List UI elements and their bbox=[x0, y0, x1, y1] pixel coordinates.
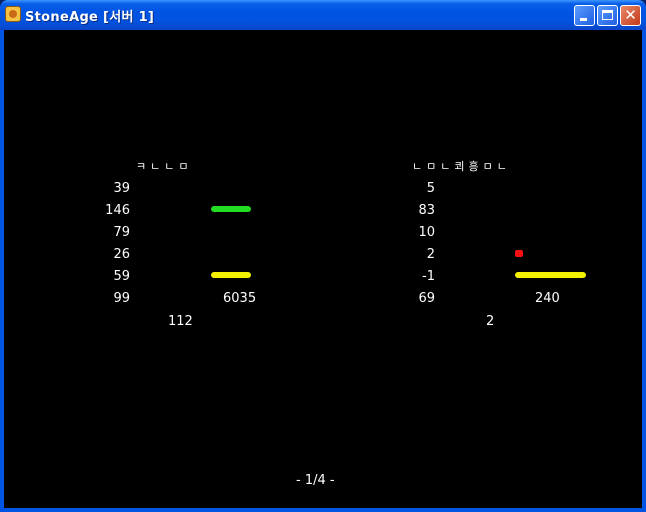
right-bottom-value: 2 bbox=[486, 314, 495, 329]
close-button[interactable]: ✕ bbox=[620, 5, 641, 26]
title-bar[interactable]: StoneAge [서버 1] ✕ bbox=[0, 0, 646, 30]
right-yellow-bar bbox=[515, 272, 588, 280]
right-stat-value: 83 bbox=[418, 203, 435, 218]
left-stat-value: 26 bbox=[113, 247, 130, 262]
left-stat-value: 79 bbox=[113, 225, 130, 240]
left-stat-value: 59 bbox=[113, 269, 130, 284]
game-window: StoneAge [서버 1] ✕ ㅋㄴㄴㅁ 39 146 79 26 59 9… bbox=[0, 0, 646, 512]
right-extra-value: 240 bbox=[535, 291, 560, 306]
left-green-bar bbox=[211, 206, 253, 214]
right-stat-value: 2 bbox=[426, 247, 435, 262]
stoneage-app-icon bbox=[5, 6, 21, 22]
left-stat-value: 99 bbox=[113, 291, 130, 306]
left-bottom-value: 112 bbox=[168, 314, 193, 329]
left-yellow-bar bbox=[211, 272, 253, 280]
left-stat-value: 39 bbox=[113, 181, 130, 196]
maximize-icon bbox=[602, 10, 613, 20]
left-extra-value: 6035 bbox=[223, 291, 257, 306]
window-title: StoneAge [서버 1] bbox=[25, 10, 155, 25]
minimize-icon bbox=[580, 18, 587, 21]
game-screen[interactable]: ㅋㄴㄴㅁ 39 146 79 26 59 99 6035 112 ㄴㅁㄴ쾨흥ㅁㄴ… bbox=[4, 30, 642, 508]
left-stat-value: 146 bbox=[105, 203, 130, 218]
right-stat-value: 69 bbox=[418, 291, 435, 306]
right-stat-value: 10 bbox=[418, 225, 435, 240]
right-stat-value: -1 bbox=[422, 269, 435, 284]
page-indicator[interactable]: - 1/4 - bbox=[296, 473, 335, 488]
left-panel-header: ㅋㄴㄴㅁ bbox=[136, 160, 193, 173]
close-icon: ✕ bbox=[624, 6, 637, 24]
right-panel-header: ㄴㅁㄴ쾨흥ㅁㄴ bbox=[412, 160, 511, 173]
maximize-button[interactable] bbox=[597, 5, 618, 26]
right-red-indicator bbox=[515, 250, 523, 257]
right-stat-value: 5 bbox=[426, 181, 435, 196]
minimize-button[interactable] bbox=[574, 5, 595, 26]
